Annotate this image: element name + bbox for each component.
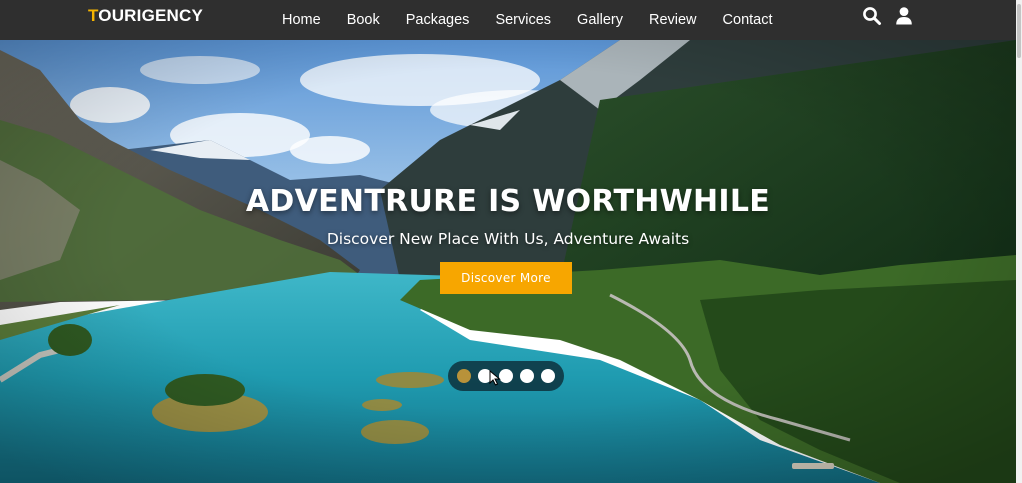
search-icon[interactable]	[862, 6, 882, 26]
nav-link-packages[interactable]: Packages	[406, 12, 470, 28]
logo-text: OURIGENCY	[98, 6, 204, 25]
navbar: TOURIGENCY Home Book Packages Services G…	[0, 0, 1016, 40]
nav-icons	[862, 6, 914, 26]
logo-first-letter: T	[88, 6, 99, 25]
nav-link-review[interactable]: Review	[649, 12, 697, 28]
nav-link-book[interactable]: Book	[347, 12, 380, 28]
nav-link-gallery[interactable]: Gallery	[577, 12, 623, 28]
slider-pagination	[448, 361, 564, 391]
main-nav: Home Book Packages Services Gallery Revi…	[282, 0, 799, 40]
slider-dot-5[interactable]	[541, 369, 555, 383]
nav-link-contact[interactable]: Contact	[723, 12, 773, 28]
hero-title: ADVENTRURE IS WORTHWHILE	[245, 184, 771, 219]
brand-logo[interactable]: TOURIGENCY	[88, 6, 203, 26]
nav-link-services[interactable]: Services	[495, 12, 551, 28]
discover-more-button[interactable]: Discover More	[440, 262, 572, 294]
slider-dot-4[interactable]	[520, 369, 534, 383]
page-scrollbar[interactable]	[1016, 0, 1022, 483]
hero-section: ADVENTRURE IS WORTHWHILE Discover New Pl…	[0, 40, 1016, 483]
scrollbar-thumb[interactable]	[1017, 4, 1021, 58]
slider-dot-1[interactable]	[457, 369, 471, 383]
slider-dot-3[interactable]	[499, 369, 513, 383]
nav-link-home[interactable]: Home	[282, 12, 321, 28]
hero-subtitle: Discover New Place With Us, Adventure Aw…	[326, 230, 690, 248]
user-icon[interactable]	[894, 6, 914, 26]
mouse-cursor-icon	[489, 370, 501, 386]
hero-content: ADVENTRURE IS WORTHWHILE Discover New Pl…	[0, 40, 1016, 483]
